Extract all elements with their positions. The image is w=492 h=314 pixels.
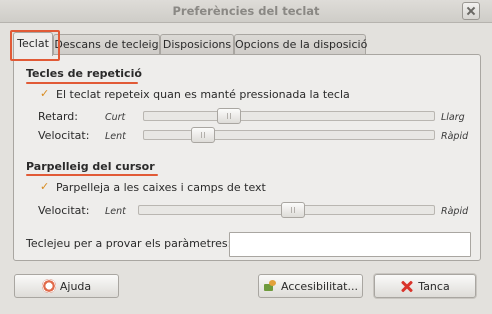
repeat-title-underline	[26, 82, 138, 84]
accessibility-icon	[263, 279, 277, 293]
cursor-speed-label: Velocitat:	[38, 204, 90, 217]
repeat-checkbox[interactable]: ✓	[40, 87, 49, 100]
close-button[interactable]: Tanca	[374, 274, 476, 298]
test-input[interactable]	[229, 232, 471, 257]
tab-teclat[interactable]: Teclat	[10, 30, 60, 61]
cursor-blink-label: Parpelleja a les caixes i camps de text	[56, 181, 266, 194]
cursor-speed-slider[interactable]	[138, 202, 435, 218]
delay-min-label: Curt	[105, 112, 126, 123]
cursor-blink-checkbox[interactable]: ✓	[40, 180, 49, 193]
cursor-title-underline	[26, 174, 158, 176]
repeat-checkbox-label: El teclat repeteix quan es manté pressio…	[56, 88, 350, 101]
window-close-icon[interactable]	[462, 2, 480, 20]
tab-opcions-disposicio[interactable]: Opcions de la disposició	[234, 34, 367, 55]
repeat-speed-slider-handle[interactable]	[191, 127, 215, 143]
tab-descans-de-tecleig[interactable]: Descans de tecleig	[53, 34, 160, 55]
help-button-label: Ajuda	[59, 279, 92, 293]
window-title: Preferències del teclat	[172, 4, 320, 18]
delay-slider-handle[interactable]	[217, 108, 242, 124]
tab-panel: Tecles de repetició ✓ El teclat repeteix…	[13, 54, 481, 261]
repeat-speed-slider[interactable]	[143, 127, 435, 143]
accessibility-button[interactable]: Accesibilitat...	[258, 274, 363, 298]
delay-label: Retard:	[38, 110, 78, 123]
tab-disposicions[interactable]: Disposicions	[160, 34, 234, 55]
repeat-section-title: Tecles de repetició	[26, 67, 142, 80]
repeat-speed-label: Velocitat:	[38, 129, 90, 142]
delay-max-label: Llarg	[441, 112, 465, 123]
repeat-speed-min-label: Lent	[105, 131, 126, 142]
cursor-speed-slider-handle[interactable]	[281, 202, 306, 218]
cursor-speed-min-label: Lent	[105, 206, 126, 217]
help-icon	[41, 279, 56, 293]
close-icon	[400, 279, 414, 293]
delay-slider[interactable]	[143, 108, 435, 124]
title-bar: Preferències del teclat	[0, 0, 492, 23]
repeat-speed-max-label: Ràpid	[441, 131, 469, 142]
cursor-speed-max-label: Ràpid	[441, 206, 469, 217]
cursor-section-title: Parpelleig del cursor	[26, 160, 155, 173]
help-button[interactable]: Ajuda	[14, 274, 119, 298]
test-field-label: Teclejeu per a provar els paràmetres:	[26, 237, 232, 250]
close-button-label: Tanca	[418, 279, 450, 293]
accessibility-button-label: Accesibilitat...	[281, 279, 358, 293]
